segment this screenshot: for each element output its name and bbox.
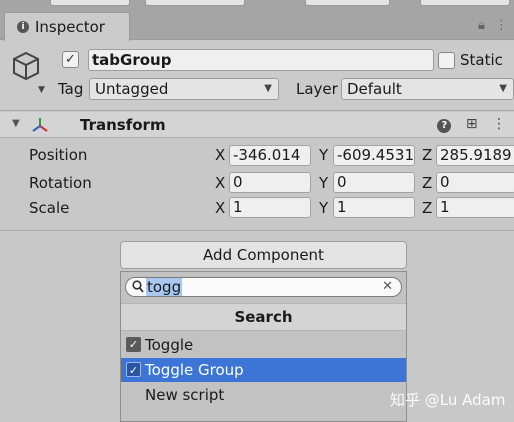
add-component-popup: togg ✕ Search ✓ Toggle ✓ Toggle Group Ne…	[120, 271, 407, 422]
tag-dropdown[interactable]: Untagged ▼	[89, 78, 279, 100]
tag-label: Tag	[58, 80, 84, 98]
axis-x-label: X	[215, 174, 226, 192]
position-x-field[interactable]: -346.014	[229, 145, 311, 166]
axis-y-label: Y	[319, 146, 329, 164]
add-component-button[interactable]: Add Component	[120, 241, 407, 269]
scale-label: Scale	[29, 199, 70, 217]
checkbox-icon: ✓	[126, 337, 141, 352]
search-icon	[132, 280, 144, 293]
scale-y-field[interactable]: 1	[333, 197, 415, 218]
help-icon[interactable]: ?	[437, 119, 452, 133]
position-y-field[interactable]: -609.4531	[333, 145, 415, 166]
fold-arrow-icon[interactable]: ▼	[12, 118, 20, 129]
checkbox-icon: ✓	[126, 362, 141, 377]
axis-z-label: Z	[422, 199, 433, 217]
menu-icon[interactable]: ⋮	[495, 18, 508, 33]
toolbar-button[interactable]	[305, 0, 390, 6]
transform-header[interactable]: ▼ Transform ? ⊞ ⋮	[0, 112, 514, 138]
tab-inspector[interactable]: i Inspector	[4, 12, 130, 41]
toolbar-button[interactable]	[145, 0, 245, 6]
toolbar-button[interactable]	[420, 0, 510, 6]
rotation-x-field[interactable]: 0	[229, 172, 311, 193]
active-checkbox[interactable]: ✓	[62, 51, 79, 68]
transform-axes-icon	[32, 118, 48, 132]
clear-search-icon[interactable]: ✕	[382, 278, 393, 296]
tab-bar: i Inspector 🔒︎ ⋮	[0, 10, 514, 41]
rotation-label: Rotation	[29, 174, 92, 192]
gameobject-cube-icon[interactable]	[12, 51, 40, 81]
watermark: 知乎 @Lu Adam	[390, 391, 506, 409]
list-item-label: Toggle	[145, 336, 194, 354]
context-menu-icon[interactable]: ⋮	[492, 116, 506, 132]
scale-z-field[interactable]: 1	[436, 197, 514, 218]
list-item-toggle[interactable]: ✓ Toggle	[121, 333, 406, 357]
chevron-down-icon: ▼	[499, 83, 507, 94]
chevron-down-icon[interactable]: ▼	[38, 85, 45, 95]
object-name-field[interactable]: tabGroup	[88, 49, 434, 71]
object-header: ▼ ✓ tabGroup Static Tag Untagged ▼ Layer…	[0, 41, 514, 111]
static-checkbox[interactable]	[438, 52, 455, 69]
position-z-field[interactable]: 285.9189	[436, 145, 514, 166]
search-input[interactable]: togg ✕	[125, 277, 402, 297]
layer-dropdown[interactable]: Default ▼	[341, 78, 514, 100]
lock-icon[interactable]: 🔒︎	[478, 18, 485, 33]
axis-z-label: Z	[422, 174, 433, 192]
position-label: Position	[29, 146, 88, 164]
toolbar-button[interactable]	[50, 0, 130, 6]
layer-value: Default	[347, 80, 402, 98]
popup-header: Search	[121, 303, 406, 331]
component-icons: ? ⊞ ⋮	[427, 116, 506, 133]
list-item-toggle-group[interactable]: ✓ Toggle Group	[121, 358, 406, 382]
info-icon: i	[17, 21, 29, 33]
rotation-y-field[interactable]: 0	[333, 172, 415, 193]
transform-body: Position X -346.014 Y -609.4531 Z 285.91…	[0, 139, 514, 231]
list-item-label: New script	[145, 386, 225, 404]
search-query: togg	[146, 278, 183, 296]
axis-z-label: Z	[422, 146, 433, 164]
transform-title: Transform	[80, 116, 166, 134]
static-label: Static	[460, 51, 503, 69]
axis-y-label: Y	[319, 199, 329, 217]
list-item-label: Toggle Group	[145, 361, 244, 379]
chevron-down-icon: ▼	[264, 83, 272, 94]
tag-value: Untagged	[95, 80, 169, 98]
toolbar-strip	[0, 0, 514, 10]
rotation-z-field[interactable]: 0	[436, 172, 514, 193]
layer-label: Layer	[296, 80, 338, 98]
list-item-new-script[interactable]: New script	[121, 383, 406, 407]
preset-sliders-icon[interactable]: ⊞	[466, 116, 478, 132]
axis-x-label: X	[215, 199, 226, 217]
tab-options: 🔒︎ ⋮	[478, 18, 508, 33]
axis-y-label: Y	[319, 174, 329, 192]
axis-x-label: X	[215, 146, 226, 164]
scale-x-field[interactable]: 1	[229, 197, 311, 218]
tab-inspector-label: Inspector	[35, 18, 105, 36]
